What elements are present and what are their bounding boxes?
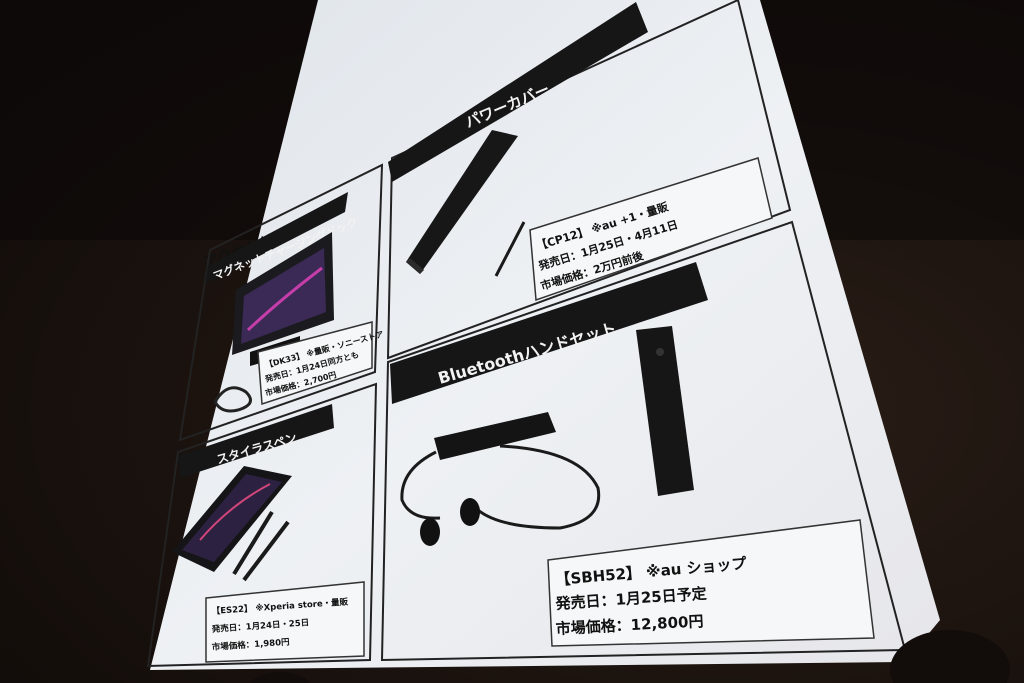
audience-silhouette-2 bbox=[250, 672, 310, 683]
handset-button-image bbox=[656, 348, 664, 356]
earbud-left-image bbox=[420, 518, 440, 546]
photo-scene: アクセサリー マグネットチャージングドック 【DK33】 ※量販・ソニーストア … bbox=[0, 0, 1024, 683]
earbud-right-image bbox=[460, 498, 480, 526]
